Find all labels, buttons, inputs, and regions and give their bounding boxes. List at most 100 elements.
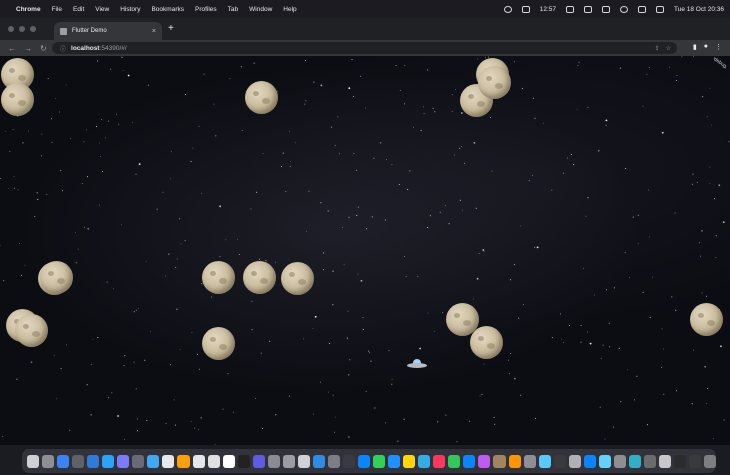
forward-icon[interactable]: → — [24, 44, 32, 53]
share-icon[interactable]: ⇪ — [655, 45, 660, 52]
dock-app-icon[interactable] — [658, 454, 672, 468]
control-center-icon[interactable] — [656, 5, 664, 13]
search-status-icon[interactable] — [638, 5, 646, 13]
dock-app-icon[interactable] — [704, 454, 717, 468]
dock-app-icon[interactable] — [102, 454, 115, 468]
reload-icon[interactable]: ↻ — [40, 44, 47, 53]
dock-app-icon[interactable] — [252, 454, 265, 468]
dock-app-icon[interactable] — [312, 454, 325, 468]
dock-app-icon[interactable] — [267, 454, 280, 468]
dock-app-icon[interactable] — [403, 454, 416, 468]
star — [437, 421, 439, 423]
menu-help[interactable]: Help — [283, 6, 296, 13]
game-canvas[interactable]: debug — [0, 56, 730, 445]
menu-tab[interactable]: Tab — [228, 6, 238, 13]
side-panel-icon[interactable]: ▮ — [693, 43, 697, 51]
menu-window[interactable]: Window — [249, 6, 272, 13]
menu-history[interactable]: History — [120, 6, 140, 13]
dock-app-icon[interactable] — [598, 454, 611, 468]
dock-app-icon[interactable] — [327, 454, 340, 468]
dock-app-icon[interactable] — [508, 454, 521, 468]
record-status-icon[interactable] — [503, 5, 512, 13]
star — [698, 242, 700, 244]
chrome-menu-icon[interactable]: ⋮ — [715, 43, 722, 51]
menubar-datetime[interactable]: Tue 18 Oct 20:36 — [674, 6, 724, 13]
dock-app-icon[interactable] — [358, 454, 371, 468]
menu-file[interactable]: File — [52, 6, 62, 13]
dock-app-icon[interactable] — [613, 454, 626, 468]
star — [165, 423, 167, 425]
toggle-status-icon[interactable] — [602, 5, 610, 13]
dock-app-icon[interactable] — [57, 454, 70, 468]
dock-app-icon[interactable] — [117, 454, 130, 468]
star — [9, 150, 11, 152]
dock-app-icon[interactable] — [418, 454, 431, 468]
dock-app-icon[interactable] — [628, 454, 641, 468]
bookmark-star-icon[interactable]: ☆ — [666, 45, 671, 52]
star — [676, 80, 677, 81]
star — [176, 308, 178, 310]
dock-app-icon[interactable] — [177, 454, 190, 468]
dock-app-icon[interactable] — [433, 454, 446, 468]
dock-app-icon[interactable] — [448, 454, 461, 468]
browser-toolbar: ← → ↻ ⓘ localhost :54390/#/ ⇪ ☆ ▮ ● ⋮ — [0, 40, 730, 56]
profile-icon[interactable]: ● — [704, 43, 708, 51]
dock-app-icon[interactable] — [523, 454, 536, 468]
menu-app-name[interactable]: Chrome — [16, 6, 41, 13]
zoom-window-button[interactable] — [30, 26, 36, 32]
asteroid — [281, 262, 314, 295]
star — [563, 172, 564, 174]
dock-app-icon[interactable] — [553, 454, 566, 468]
star — [136, 418, 138, 420]
minimize-window-button[interactable] — [19, 26, 25, 32]
star — [391, 383, 393, 385]
star — [423, 113, 425, 115]
close-window-button[interactable] — [8, 26, 14, 32]
dock-app-icon[interactable] — [42, 454, 55, 468]
dock-app-icon[interactable] — [342, 454, 356, 468]
dock-app-icon[interactable] — [493, 454, 506, 468]
menu-view[interactable]: View — [95, 6, 109, 13]
star — [715, 257, 717, 258]
dock-app-icon[interactable] — [463, 454, 476, 468]
dock-app-icon[interactable] — [538, 454, 551, 468]
back-icon[interactable]: ← — [8, 44, 16, 53]
cloud-status-icon[interactable] — [521, 5, 530, 13]
dock-app-icon[interactable] — [237, 454, 250, 468]
dock-app-icon[interactable] — [207, 454, 220, 468]
dock-app-icon[interactable] — [568, 454, 581, 468]
dock-app-icon[interactable] — [132, 454, 145, 468]
ufo-spaceship-icon[interactable] — [407, 359, 427, 369]
timer-readout[interactable]: 12:57 — [540, 6, 556, 13]
menu-bookmarks[interactable]: Bookmarks — [151, 6, 184, 13]
star — [364, 107, 366, 109]
display-status-icon[interactable] — [566, 5, 574, 13]
star — [429, 215, 431, 217]
dock-app-icon[interactable] — [689, 454, 702, 468]
address-bar[interactable]: ⓘ localhost :54390/#/ ⇪ ☆ — [52, 42, 677, 54]
dock-app-icon[interactable] — [282, 454, 295, 468]
menu-profiles[interactable]: Profiles — [195, 6, 217, 13]
dock-app-icon[interactable] — [147, 454, 160, 468]
menu-edit[interactable]: Edit — [73, 6, 84, 13]
dock-app-icon[interactable] — [162, 454, 175, 468]
dock-app-icon[interactable] — [222, 454, 235, 468]
dock-app-icon[interactable] — [297, 454, 310, 468]
tab-flutter-demo[interactable]: Flutter Demo × — [54, 22, 162, 40]
new-tab-button[interactable]: + — [168, 23, 174, 34]
dock-app-icon[interactable] — [72, 454, 85, 468]
dock-app-icon[interactable] — [674, 454, 687, 468]
wifi-status-icon[interactable] — [620, 5, 628, 13]
dock-app-icon[interactable] — [373, 454, 386, 468]
dock-app-icon[interactable] — [643, 454, 656, 468]
shield-status-icon[interactable] — [584, 5, 592, 13]
site-info-icon[interactable]: ⓘ — [60, 44, 66, 53]
dock-app-icon[interactable] — [27, 454, 40, 468]
dock-app-icon[interactable] — [388, 454, 401, 468]
tab-close-icon[interactable]: × — [152, 28, 156, 35]
dock-app-icon[interactable] — [478, 454, 491, 468]
dock-app-icon[interactable] — [583, 454, 596, 468]
star — [536, 246, 539, 249]
dock-app-icon[interactable] — [192, 454, 205, 468]
dock-app-icon[interactable] — [87, 454, 100, 468]
